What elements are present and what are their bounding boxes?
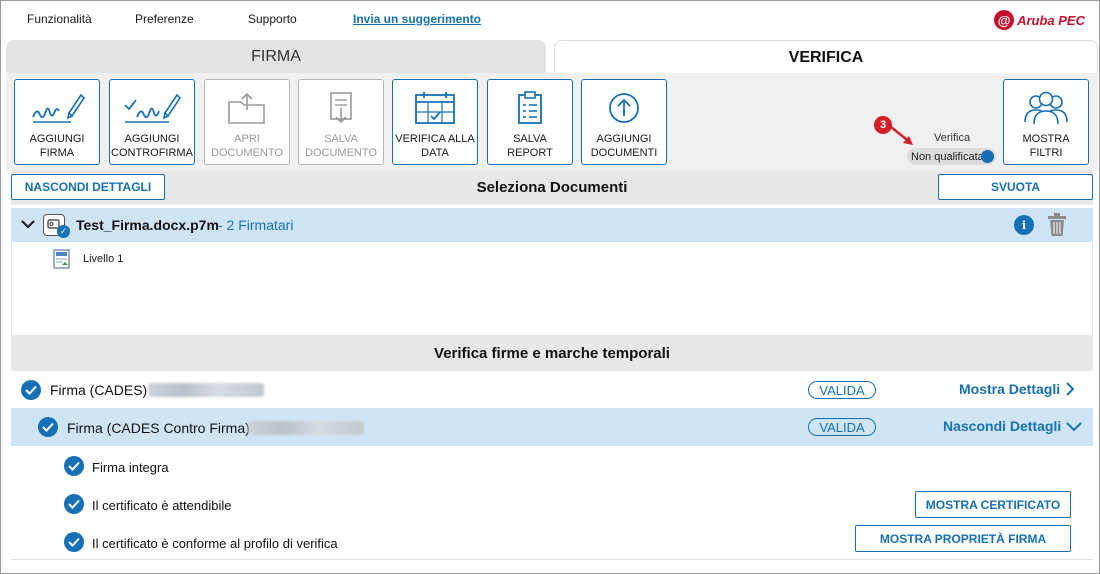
- suggestion-link[interactable]: Invia un suggerimento: [353, 12, 481, 26]
- check-circle-icon: [64, 456, 84, 476]
- hide-details-text: Nascondi Dettagli: [943, 418, 1062, 434]
- menu-preferenze[interactable]: Preferenze: [135, 12, 194, 26]
- save-report-label: SALVA REPORT: [507, 133, 553, 159]
- info-icon[interactable]: i: [1014, 215, 1034, 235]
- document-row[interactable]: ✓ Test_Firma.docx.p7m - 2 Firmatari i: [11, 208, 1093, 242]
- show-filters-label: MOSTRA FILTRI: [1022, 133, 1070, 159]
- bottom-divider: [11, 559, 1093, 560]
- menu-supporto[interactable]: Supporto: [248, 12, 297, 26]
- verification-mode-toggle[interactable]: Non qualificata: [907, 148, 996, 165]
- tree-item-level-1[interactable]: Livello 1: [53, 249, 123, 269]
- verification-mode-text: Non qualificata: [911, 150, 984, 163]
- countersign-pen-icon: [121, 88, 183, 128]
- open-document-button[interactable]: APRI DOCUMENTO: [204, 79, 290, 165]
- status-badge: VALIDA: [808, 418, 876, 436]
- status-badge: VALIDA: [808, 381, 876, 399]
- open-document-label: APRI DOCUMENTO: [211, 133, 283, 159]
- chevron-down-icon[interactable]: [21, 217, 35, 231]
- add-documents-label: AGGIUNGI DOCUMENTI: [590, 133, 658, 159]
- aruba-logo-icon: @: [994, 10, 1015, 30]
- check-circle-icon: [21, 380, 41, 400]
- tab-firma[interactable]: FIRMA: [6, 40, 546, 74]
- detail-row: Firma integra: [11, 447, 1093, 485]
- countersignature-row[interactable]: Firma (CADES Contro Firma) VALIDA Nascon…: [11, 408, 1093, 446]
- clear-button[interactable]: SVUOTA: [938, 174, 1093, 200]
- document-action-bar: Seleziona Documenti: [11, 171, 1093, 205]
- redacted-signer-name: [248, 421, 364, 435]
- document-verified-icon: ✓: [57, 225, 70, 238]
- save-document-label: SALVA DOCUMENTO: [305, 133, 377, 159]
- signature-pen-icon: [29, 88, 85, 128]
- verify-at-date-label: VERIFICA ALLA DATA: [395, 133, 475, 159]
- tab-verifica[interactable]: VERIFICA: [554, 40, 1098, 74]
- redacted-signer-name: [148, 383, 264, 397]
- menu-funzionalita[interactable]: Funzionalità: [27, 12, 92, 26]
- check-circle-icon: [64, 494, 84, 514]
- trash-icon[interactable]: [1047, 213, 1067, 237]
- add-countersignature-button[interactable]: AGGIUNGI CONTROFIRMA: [109, 79, 195, 165]
- aruba-pec-logo: @ Aruba PEC: [994, 10, 1085, 30]
- level-document-icon: [53, 249, 70, 269]
- upload-arrow-icon: [606, 88, 642, 128]
- detail-text: Il certificato è attendibile: [92, 498, 232, 513]
- document-name: Test_Firma.docx.p7m: [76, 217, 219, 233]
- add-documents-button[interactable]: AGGIUNGI DOCUMENTI: [581, 79, 667, 165]
- show-details-text: Mostra Dettagli: [959, 381, 1061, 397]
- open-folder-icon: [225, 88, 269, 128]
- section-title: Verifica firme e marche temporali: [434, 345, 670, 362]
- check-circle-icon: [38, 417, 58, 437]
- show-signature-properties-button[interactable]: MOSTRA PROPRIETÀ FIRMA: [855, 525, 1071, 552]
- add-signature-label: AGGIUNGI FIRMA: [29, 133, 85, 159]
- hide-details-button[interactable]: NASCONDI DETTAGLI: [11, 174, 165, 200]
- detail-text: Il certificato è conforme al profilo di …: [92, 536, 338, 551]
- calendar-check-icon: [413, 88, 457, 128]
- add-countersignature-label: AGGIUNGI CONTROFIRMA: [111, 133, 193, 159]
- save-report-button[interactable]: SALVA REPORT: [487, 79, 573, 165]
- level-label: Livello 1: [83, 253, 124, 265]
- verification-section-header: Verifica firme e marche temporali: [11, 335, 1093, 371]
- show-filters-button[interactable]: MOSTRA FILTRI: [1003, 79, 1089, 165]
- menu-bar: Funzionalità Preferenze Supporto Invia u…: [1, 1, 1099, 39]
- add-signature-button[interactable]: AGGIUNGI FIRMA: [14, 79, 100, 165]
- hide-details-link[interactable]: Nascondi Dettagli: [943, 418, 1083, 434]
- chevron-right-icon: [1066, 382, 1075, 396]
- detail-text: Firma integra: [92, 460, 169, 475]
- pointer-arrow-icon: [890, 126, 913, 145]
- logo-text: Aruba PEC: [1017, 12, 1085, 28]
- document-signers: - 2 Firmatari: [218, 217, 294, 233]
- save-document-icon: [323, 88, 359, 128]
- verify-at-date-button[interactable]: VERIFICA ALLA DATA: [392, 79, 478, 165]
- verification-label: Verifica: [934, 132, 971, 144]
- save-document-button[interactable]: SALVA DOCUMENTO: [298, 79, 384, 165]
- chevron-down-icon: [1066, 422, 1082, 432]
- signature-row[interactable]: Firma (CADES) VALIDA Mostra Dettagli: [11, 371, 1093, 409]
- check-circle-icon: [64, 532, 84, 552]
- show-details-link[interactable]: Mostra Dettagli: [959, 381, 1076, 397]
- users-group-icon: [1021, 88, 1071, 128]
- signature-label: Firma (CADES Contro Firma): [67, 420, 250, 436]
- document-tree-panel: [11, 242, 1093, 335]
- select-documents-title: Seleziona Documenti: [476, 179, 628, 196]
- show-certificate-button[interactable]: MOSTRA CERTIFICATO: [915, 491, 1071, 518]
- toggle-knob: [981, 150, 994, 163]
- report-clipboard-icon: [512, 88, 548, 128]
- app-window: Funzionalità Preferenze Supporto Invia u…: [0, 0, 1100, 574]
- signature-label: Firma (CADES): [50, 382, 148, 398]
